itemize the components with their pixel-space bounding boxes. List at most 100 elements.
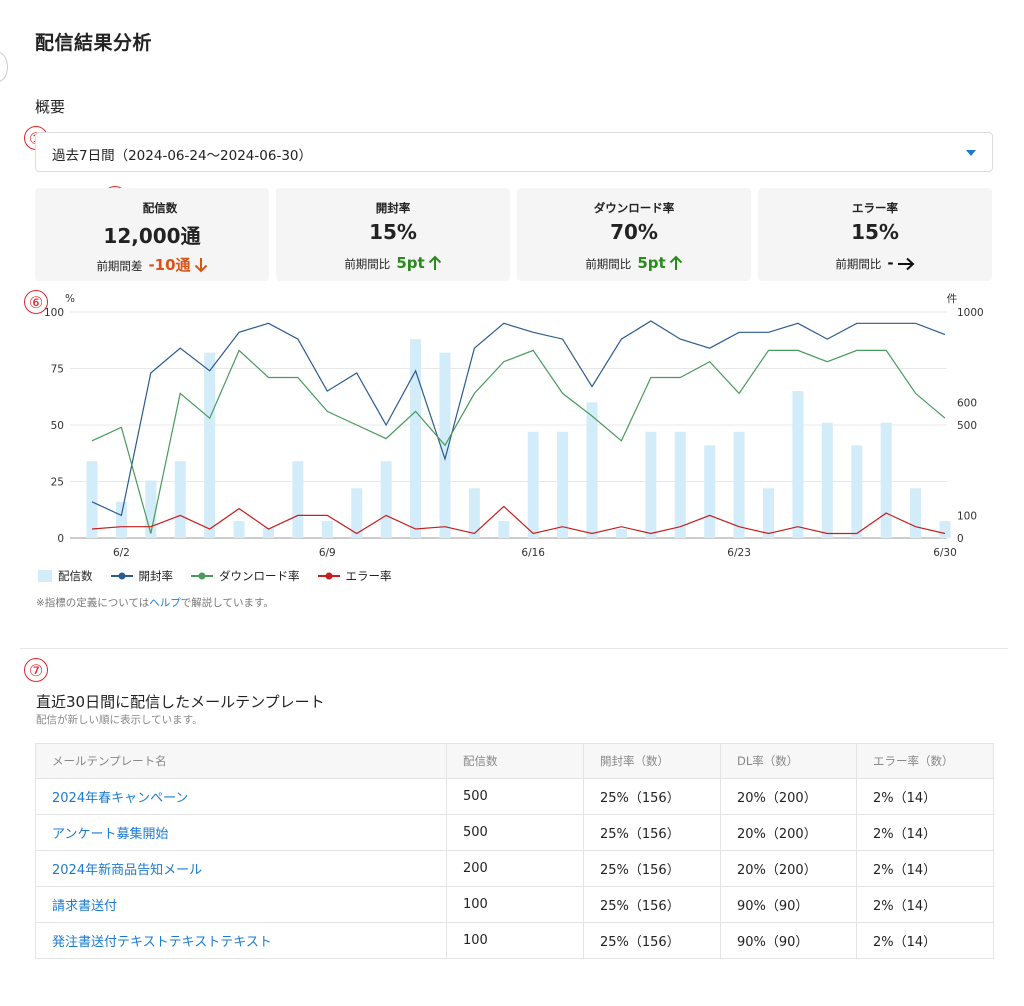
bar-deliveries bbox=[939, 521, 951, 538]
chevron-down-icon[interactable] bbox=[966, 150, 976, 156]
kpi-compare-label: 前期間差 bbox=[96, 259, 143, 273]
table-cell: 2%（14） bbox=[856, 850, 994, 887]
bar-deliveries bbox=[321, 521, 333, 538]
help-link[interactable]: ヘルプ bbox=[149, 597, 181, 609]
legend-label: エラー率 bbox=[345, 569, 392, 583]
line-error-rate bbox=[91, 505, 946, 535]
bar-deliveries bbox=[204, 352, 216, 538]
y-right-tick-label: 600 bbox=[957, 397, 977, 409]
delivery-chart: 025507510001005006001000% 件6/2 6/9 6/16 6/23… bbox=[44, 293, 984, 559]
template-name-link[interactable]: 2024年新商品告知メール bbox=[52, 863, 202, 878]
arrow-up-icon bbox=[428, 255, 441, 270]
table-cell: 20%（200） bbox=[720, 850, 857, 887]
table-cell: 25%（156） bbox=[583, 814, 721, 851]
bar-deliveries bbox=[115, 501, 127, 538]
bar-deliveries bbox=[880, 422, 892, 538]
table-cell: 20%（200） bbox=[720, 814, 857, 851]
bar-deliveries bbox=[763, 488, 775, 538]
y-left-axis-label: % bbox=[65, 293, 75, 305]
legend-item-error-rate: エラー率 bbox=[317, 568, 392, 584]
table-cell: 500 bbox=[446, 814, 584, 851]
y-left-tick-label: 75 bbox=[51, 364, 64, 376]
table-row: 2024年新商品告知メール 200 25%（156） 20%（200） 2%（1… bbox=[35, 850, 994, 887]
bar-deliveries bbox=[821, 422, 833, 538]
y-left-tick-label: 100 bbox=[44, 307, 64, 319]
table-row: 2024年春キャンペーン 500 25%（156） 20%（200） 2%（14… bbox=[35, 778, 994, 815]
kpi-delta: 5pt bbox=[396, 254, 425, 272]
period-select[interactable]: 過去7日間（2024-06-24〜2024-06-30） bbox=[35, 132, 993, 172]
template-name-link[interactable]: 2024年春キャンペーン bbox=[52, 791, 188, 806]
bar-deliveries bbox=[233, 521, 245, 538]
column-header[interactable]: DL率（数） bbox=[720, 743, 857, 779]
y-right-tick-label: 500 bbox=[957, 420, 977, 432]
template-table: メールテンプレート名 配信数 開封率（数） DL率（数） エラー率（数） 202… bbox=[35, 743, 994, 959]
legend-label: ダウンロード率 bbox=[219, 569, 300, 583]
template-name-link[interactable]: 請求書送付 bbox=[52, 899, 117, 914]
y-right-tick-label: 0 bbox=[957, 533, 964, 545]
x-tick-label: 6/16 bbox=[521, 547, 545, 559]
period-select-value: 過去7日間（2024-06-24〜2024-06-30） bbox=[52, 148, 313, 164]
column-header[interactable]: 配信数 bbox=[446, 743, 584, 779]
kpi-compare-label: 前期間比 bbox=[585, 257, 632, 271]
x-tick-label: 6/30 bbox=[933, 547, 957, 559]
bar-deliveries bbox=[145, 480, 157, 538]
table-row: 発注書送付テキストテキストテキスト 100 25%（156） 90%（90） 2… bbox=[35, 922, 994, 959]
bar-deliveries bbox=[498, 521, 510, 538]
legend-label: 配信数 bbox=[58, 569, 93, 583]
template-list-title: 直近30日間に配信したメールテンプレート bbox=[36, 693, 325, 711]
bar-deliveries bbox=[410, 339, 422, 538]
table-cell: 25%（156） bbox=[583, 778, 721, 815]
arrow-right-icon bbox=[897, 257, 915, 271]
kpi-label: エラー率 bbox=[852, 201, 898, 215]
kpi-label: 配信数 bbox=[142, 201, 178, 215]
kpi-value: 15% bbox=[369, 220, 417, 244]
bar-deliveries bbox=[586, 402, 598, 538]
help-note-prefix: ※指標の定義については bbox=[36, 597, 150, 609]
table-cell: 2%（14） bbox=[856, 922, 994, 959]
table-row: 請求書送付 100 25%（156） 90%（90） 2%（14） bbox=[35, 886, 994, 923]
template-name-link[interactable]: 発注書送付テキストテキストテキスト bbox=[52, 935, 272, 950]
column-header[interactable]: 開封率（数） bbox=[583, 743, 721, 779]
line-download-rate bbox=[91, 349, 946, 534]
table-cell: 100 bbox=[446, 922, 584, 959]
kpi-compare-label: 前期間比 bbox=[835, 257, 882, 271]
edge-decoration bbox=[0, 52, 8, 82]
section-divider bbox=[20, 648, 1008, 649]
table-cell: 2%（14） bbox=[856, 814, 994, 851]
y-left-tick-label: 50 bbox=[51, 420, 64, 432]
kpi-delta: - bbox=[887, 254, 894, 272]
legend-line-swatch bbox=[110, 572, 133, 580]
bar-deliveries bbox=[380, 461, 392, 538]
bar-deliveries bbox=[733, 431, 745, 538]
page-title: 配信結果分析 bbox=[35, 32, 153, 54]
legend-line-swatch bbox=[317, 572, 340, 580]
kpi-card-error-rate: エラー率 15% 前期間比 - bbox=[758, 188, 992, 281]
table-cell: 25%（156） bbox=[583, 922, 721, 959]
column-header[interactable]: メールテンプレート名 bbox=[35, 743, 447, 779]
template-list-subtitle: 配信が新しい順に表示しています。 bbox=[36, 714, 203, 726]
y-left-tick-label: 25 bbox=[51, 477, 64, 489]
y-left-tick-label: 0 bbox=[57, 533, 64, 545]
bar-deliveries bbox=[292, 461, 304, 538]
table-cell: 25%（156） bbox=[583, 886, 721, 923]
bar-deliveries bbox=[851, 445, 863, 538]
x-tick-label: 6/2 bbox=[113, 547, 130, 559]
table-cell: 100 bbox=[446, 886, 584, 923]
kpi-compare: 前期間比 - bbox=[758, 254, 992, 272]
template-name-link[interactable]: アンケート募集開始 bbox=[52, 827, 168, 842]
column-header[interactable]: エラー率（数） bbox=[856, 743, 994, 779]
line-open-rate bbox=[91, 320, 946, 517]
y-right-tick-label: 1000 bbox=[957, 307, 984, 319]
table-cell: 90%（90） bbox=[720, 922, 857, 959]
arrow-up-icon bbox=[669, 255, 682, 270]
bar-deliveries bbox=[704, 445, 716, 538]
y-right-tick-label: 100 bbox=[957, 510, 977, 522]
section-label-overview: 概要 bbox=[35, 98, 66, 116]
kpi-label: 開封率 bbox=[375, 201, 411, 215]
y-right-axis-label: 件 bbox=[947, 293, 958, 305]
kpi-card-deliveries: 配信数 12,000通 前期間差 -10通 bbox=[35, 188, 269, 281]
table-row: アンケート募集開始 500 25%（156） 20%（200） 2%（14） bbox=[35, 814, 994, 851]
kpi-delta: 5pt bbox=[637, 254, 666, 272]
bar-deliveries bbox=[174, 461, 186, 538]
table-header-row: メールテンプレート名 配信数 開封率（数） DL率（数） エラー率（数） bbox=[35, 743, 994, 779]
